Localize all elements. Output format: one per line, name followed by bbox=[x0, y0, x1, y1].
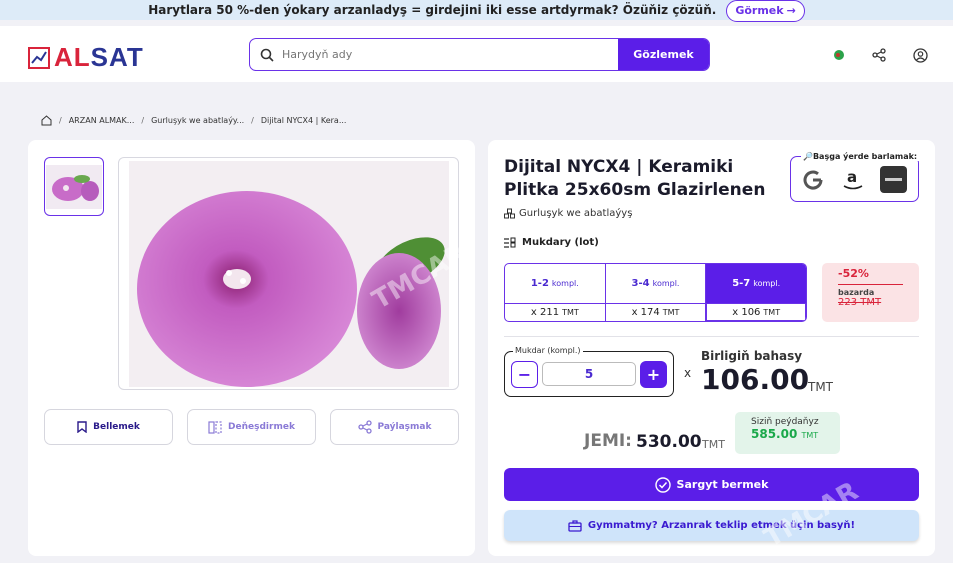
quantity-lot-label: Mukdary (lot) bbox=[504, 237, 599, 248]
tier-price: x 106 bbox=[732, 306, 761, 318]
tier-price: x 174 bbox=[631, 307, 660, 318]
product-info-panel: Dijital NYCX4 | Keramiki Plitka 25x60sm … bbox=[488, 140, 935, 556]
discount-badge: -52% bazarda 223 TMT bbox=[822, 263, 919, 322]
tmcars-icon[interactable] bbox=[880, 166, 907, 193]
increase-button[interactable]: + bbox=[640, 361, 667, 388]
market-label: bazarda bbox=[838, 288, 875, 297]
tier-currency: TMT bbox=[662, 308, 680, 317]
share-icon bbox=[357, 420, 372, 434]
user-account-icon[interactable] bbox=[911, 46, 929, 64]
order-button[interactable]: Sargyt bermek bbox=[504, 468, 919, 501]
multiply-sign: x bbox=[684, 366, 692, 380]
language-flag-icon[interactable] bbox=[830, 46, 848, 64]
quantity-input[interactable]: 5 bbox=[542, 362, 636, 386]
search-button[interactable]: Gözlemek bbox=[618, 39, 709, 70]
site-header: ALSAT Gözlemek bbox=[0, 26, 953, 82]
breadcrumb-item-1[interactable]: ARZAN ALMAK... bbox=[69, 116, 135, 125]
quantity-field-label: Mukdar (kompl.) bbox=[513, 346, 583, 355]
svg-text:a: a bbox=[847, 168, 857, 186]
promo-text: Harytlara 50 %-den ýokary arzanladyş = g… bbox=[148, 3, 717, 17]
search-icon bbox=[260, 48, 274, 62]
make-offer-label: Gymmatmy? Arzanrak teklip etmek üçin bas… bbox=[587, 520, 856, 531]
bookmark-label: Bellemek bbox=[93, 422, 140, 432]
share-label: Paýlaşmak bbox=[377, 422, 432, 432]
compare-label: Deňeşdirmek bbox=[228, 422, 295, 432]
search-elsewhere-box: 🔎Başga ýerde barlamak: a bbox=[790, 152, 920, 202]
total-value: 530.00 bbox=[636, 432, 702, 452]
arrow-right-icon: → bbox=[786, 4, 796, 17]
make-offer-button[interactable]: Gymmatmy? Arzanrak teklip etmek üçin bas… bbox=[504, 510, 919, 541]
tier-range: 1-2 bbox=[530, 278, 549, 289]
savings-badge: Siziň peýdaňyz 585.00 TMT bbox=[735, 412, 840, 454]
search-input[interactable] bbox=[282, 48, 582, 61]
total-currency: TMT bbox=[702, 438, 725, 451]
breadcrumb-item-3: Dijital NYCX4 | Kera... bbox=[260, 116, 347, 125]
order-button-label: Sargyt bermek bbox=[676, 478, 769, 491]
tier-unit: kompl. bbox=[551, 279, 579, 288]
logo-text-al: AL bbox=[54, 42, 91, 72]
savings-label: Siziň peýdaňyz bbox=[751, 417, 819, 427]
promo-see-label: Görmek bbox=[735, 4, 784, 17]
gallery-panel: Bellemek Deňeşdirmek Paýlaşmak bbox=[28, 140, 475, 556]
search-elsewhere-label: 🔎Başga ýerde barlamak: bbox=[801, 152, 920, 161]
check-circle-icon bbox=[654, 476, 671, 493]
price-tiers: 1-2 kompl. x 211 TMT 3-4 kompl. x 174 TMT 5-… bbox=[504, 263, 807, 322]
quantity-lot-text: Mukdary (lot) bbox=[522, 237, 599, 248]
breadcrumb: / ARZAN ALMAK... / Gurluşyk we abatlaýy.… bbox=[41, 115, 346, 126]
decrease-button[interactable]: − bbox=[511, 361, 538, 388]
tier-range: 3-4 bbox=[631, 278, 650, 289]
share-icon[interactable] bbox=[870, 46, 888, 64]
product-title: Dijital NYCX4 | Keramiki Plitka 25x60sm … bbox=[504, 157, 766, 200]
list-filter-icon bbox=[504, 237, 516, 248]
tier-range: 5-7 bbox=[732, 278, 751, 289]
total-label: JEMI: bbox=[584, 431, 632, 451]
search-bar: Gözlemek bbox=[249, 38, 710, 71]
tier-5-7[interactable]: 5-7 kompl. x 106 TMT bbox=[706, 264, 806, 321]
product-main-image[interactable] bbox=[118, 157, 459, 390]
tier-unit: kompl. bbox=[753, 279, 781, 288]
share-product-button[interactable]: Paýlaşmak bbox=[330, 409, 459, 445]
tier-3-4[interactable]: 3-4 kompl. x 174 TMT bbox=[605, 264, 707, 321]
old-price: 223 TMT bbox=[838, 297, 882, 308]
amazon-icon[interactable]: a bbox=[841, 167, 865, 193]
alsat-logo[interactable]: ALSAT bbox=[28, 42, 144, 73]
discount-percent: -52% bbox=[838, 267, 903, 285]
bookmark-button[interactable]: Bellemek bbox=[44, 409, 173, 445]
logo-chart-icon bbox=[28, 46, 50, 69]
tier-1-2[interactable]: 1-2 kompl. x 211 TMT bbox=[505, 264, 606, 321]
product-category[interactable]: Gurluşyk we abatlaýyş bbox=[504, 208, 632, 219]
category-icon bbox=[504, 208, 515, 219]
unit-price-value: 106.00 bbox=[701, 363, 810, 396]
briefcase-icon bbox=[568, 519, 582, 532]
promo-see-button[interactable]: Görmek → bbox=[726, 0, 805, 22]
compare-button[interactable]: Deňeşdirmek bbox=[187, 409, 316, 445]
category-label: Gurluşyk we abatlaýyş bbox=[519, 208, 633, 219]
unit-price-currency: TMT bbox=[808, 380, 834, 394]
search-field[interactable] bbox=[250, 39, 618, 70]
bookmark-icon bbox=[77, 421, 87, 433]
savings-currency: TMT bbox=[801, 431, 819, 440]
google-icon[interactable] bbox=[801, 168, 825, 192]
promo-banner: Harytlara 50 %-den ýokary arzanladyş = g… bbox=[0, 0, 953, 22]
savings-value: 585.00 bbox=[751, 427, 798, 441]
quantity-stepper: Mukdar (kompl.) − 5 + bbox=[504, 346, 674, 397]
home-icon[interactable] bbox=[41, 115, 52, 126]
tier-price: x 211 bbox=[530, 307, 560, 318]
product-thumbnail[interactable] bbox=[44, 157, 104, 216]
compare-icon bbox=[208, 420, 222, 434]
divider bbox=[504, 336, 919, 337]
unit-price-label: Birligiň bahasy bbox=[701, 349, 803, 363]
tier-currency: TMT bbox=[562, 308, 579, 317]
tier-unit: kompl. bbox=[652, 279, 680, 288]
breadcrumb-item-2[interactable]: Gurluşyk we abatlaýy... bbox=[151, 116, 244, 125]
logo-text-sat: SAT bbox=[90, 42, 144, 72]
tier-currency: TMT bbox=[763, 307, 781, 317]
